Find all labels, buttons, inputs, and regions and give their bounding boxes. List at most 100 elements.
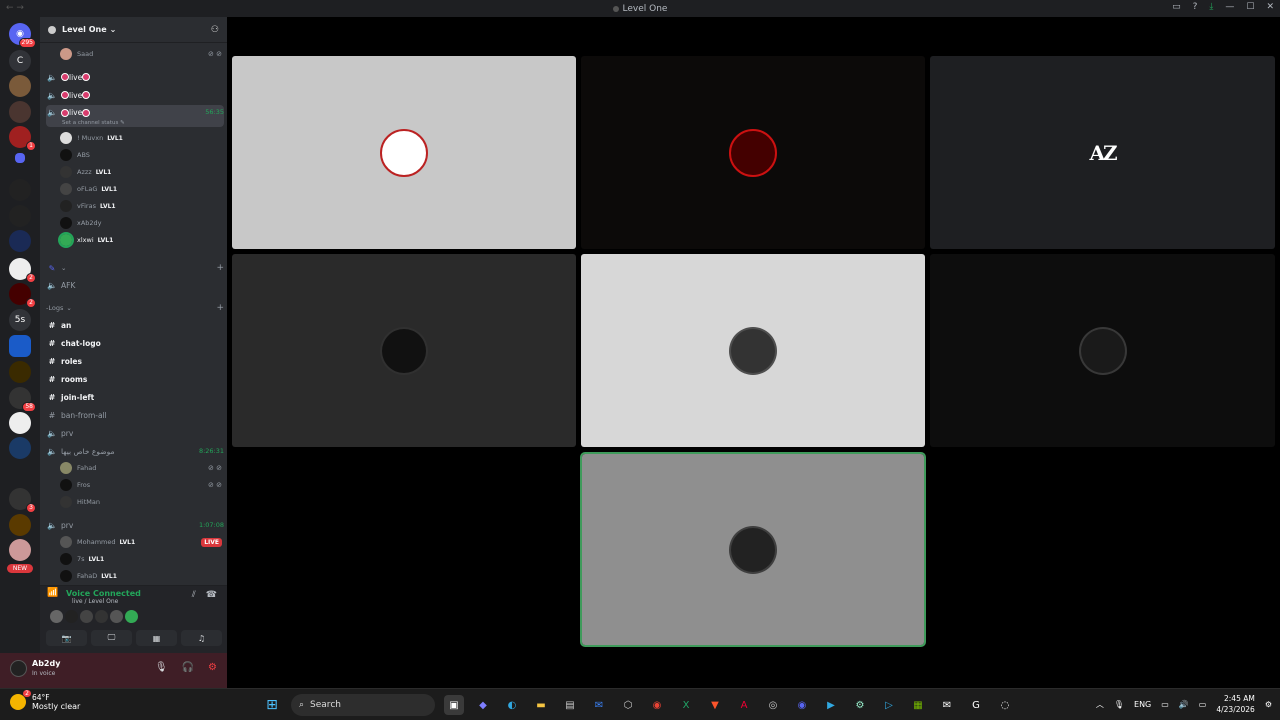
video-tile[interactable] [930,254,1275,447]
server-icon[interactable] [9,101,31,123]
voice-channel-live-1[interactable]: 🔈 live [46,70,224,84]
voice-member[interactable]: xlxwi LVL1 [58,232,222,248]
voice-member[interactable]: oFLaG LVL1 [60,182,222,196]
direct-messages-button[interactable]: ◉ 295 [9,23,36,48]
server-icon[interactable]: 2 [9,283,36,308]
invite-icon[interactable]: ⚇ [211,25,219,35]
chrome-icon[interactable]: ◉ [647,695,667,715]
user-name[interactable]: Ab2dy [32,659,60,668]
server-icon[interactable] [9,539,31,561]
server-icon[interactable] [9,179,31,201]
close-button[interactable]: ✕ [1266,2,1274,12]
network-icon[interactable]: ▭ [1161,700,1169,709]
video-tile[interactable] [581,254,925,447]
search-box[interactable]: ⌕ Search [291,694,435,716]
voice-member[interactable]: Saad ⊘ ⊘ [60,47,222,61]
voice-channel-prv[interactable]: 🔈 prv [46,426,224,440]
voice-channel-prv-2[interactable]: 🔈 prv 1:07:08 [46,518,224,532]
text-channel-chat-logo[interactable]: # chat-logo [46,336,224,350]
minimize-button[interactable]: — [1225,2,1234,12]
category-header[interactable]: ✎ ⌄ + [46,262,224,274]
voice-member[interactable]: FahaD LVL1 [60,569,222,583]
headphones-icon[interactable]: 🎧 [182,662,194,673]
adobe-icon[interactable]: A [734,695,754,715]
notification-icon[interactable]: ⚙ [1265,700,1272,709]
voice-member[interactable]: Azzz LVL1 [60,165,222,179]
app-icon[interactable]: ✉ [937,695,957,715]
add-channel-icon[interactable]: + [216,303,224,313]
steam-icon[interactable]: ⚙ [850,695,870,715]
noise-suppression-icon[interactable]: ⫽ [192,590,196,600]
voice-channel-live-2[interactable]: 🔈 live [46,88,224,102]
file-explorer-icon[interactable]: ▬ [531,695,551,715]
voice-member[interactable]: 7s LVL1 [60,552,222,566]
server-icon[interactable]: 2 [9,258,36,283]
microphone-icon[interactable]: 🎙 [155,662,168,673]
voice-member[interactable]: Mohammed LVL1 LIVE [60,535,222,549]
gear-icon[interactable]: ⚙ [208,662,217,673]
app-icon[interactable]: ▶ [821,695,841,715]
inbox-icon[interactable]: ▭ [1172,2,1181,12]
text-channel-an[interactable]: # an [46,318,224,332]
windows-start-icon[interactable]: ⊞ [262,695,282,715]
voice-member[interactable]: ABS [60,148,222,162]
server-icon[interactable]: 58 [9,387,36,412]
folder-icon[interactable] [15,153,25,163]
task-view-icon[interactable]: ▣ [444,695,464,715]
video-tile[interactable] [232,56,576,249]
excel-icon[interactable]: X [676,695,696,715]
discord-icon[interactable]: ◉ [792,695,812,715]
voice-member[interactable]: ! Muvxn LVL1 [60,131,222,145]
app-icon[interactable]: ◌ [995,695,1015,715]
volume-icon[interactable]: 🔊 [1179,700,1189,709]
video-tile[interactable]: AZ [930,56,1275,249]
activities-button[interactable]: ▦ [136,630,177,646]
language-indicator[interactable]: ENG [1134,700,1151,709]
voice-member[interactable]: HitMan [60,495,222,509]
voice-status[interactable]: 📶 Voice Connected [40,588,140,598]
add-channel-icon[interactable]: + [216,263,224,273]
help-icon[interactable]: ? [1193,2,1198,12]
server-icon[interactable] [9,412,31,434]
voice-channel-afk[interactable]: 🔈 AFK [46,278,224,292]
server-icon-c[interactable]: C [9,50,31,72]
server-icon[interactable] [9,205,31,227]
server-icon[interactable] [9,335,31,357]
back-forward-arrows[interactable]: ← → [6,3,24,13]
server-icon[interactable] [9,230,31,252]
disconnect-icon[interactable]: ☎ [206,590,217,600]
video-tile-speaking[interactable] [580,452,926,647]
app-icon[interactable]: G [966,695,986,715]
server-header[interactable]: Level One ⌄ ⚇ [40,17,227,43]
battery-icon[interactable]: ▭ [1199,700,1207,709]
text-channel-roles[interactable]: # roles [46,354,224,368]
clock[interactable]: 2:45 AM 4/23/2026 [1216,693,1254,715]
server-icon[interactable]: 3 [9,488,36,513]
camera-button[interactable]: 📷 [46,630,87,646]
text-channel-join-left[interactable]: # join-left [46,390,224,404]
outlook-icon[interactable]: ✉ [589,695,609,715]
text-channel-rooms[interactable]: # rooms [46,372,224,386]
chevron-up-icon[interactable]: ︿ [1096,699,1104,710]
app-icon[interactable]: ▷ [879,695,899,715]
server-icon[interactable] [9,437,31,459]
edge-icon[interactable]: ◐ [502,695,522,715]
video-tile[interactable] [581,56,925,249]
voice-member[interactable]: xAb2dy [60,216,222,230]
microphone-icon[interactable]: 🎙 [1114,700,1124,709]
app-icon[interactable]: ⬡ [618,695,638,715]
store-icon[interactable]: ▤ [560,695,580,715]
server-icon[interactable] [9,361,31,383]
soundboard-button[interactable]: ♫ [181,630,222,646]
server-icon-5s[interactable]: 5s [9,309,31,331]
voice-member[interactable]: Fahad ⊘ ⊘ [60,461,222,475]
text-channel-ban-from-all[interactable]: # ban-from-all [46,408,224,422]
app-icon[interactable]: ◎ [763,695,783,715]
voice-location[interactable]: live / Level One [72,598,118,605]
nvidia-icon[interactable]: ▦ [908,695,928,715]
category-logs[interactable]: - Logs ⌄ + [46,302,224,314]
brave-icon[interactable]: ▼ [705,695,725,715]
weather-widget[interactable]: 2 64°F Mostly clear [10,690,80,711]
voice-channel-arabic[interactable]: 🔈 موضوع خاص بيها 8:26:31 [46,444,224,458]
server-icon[interactable] [9,75,31,97]
